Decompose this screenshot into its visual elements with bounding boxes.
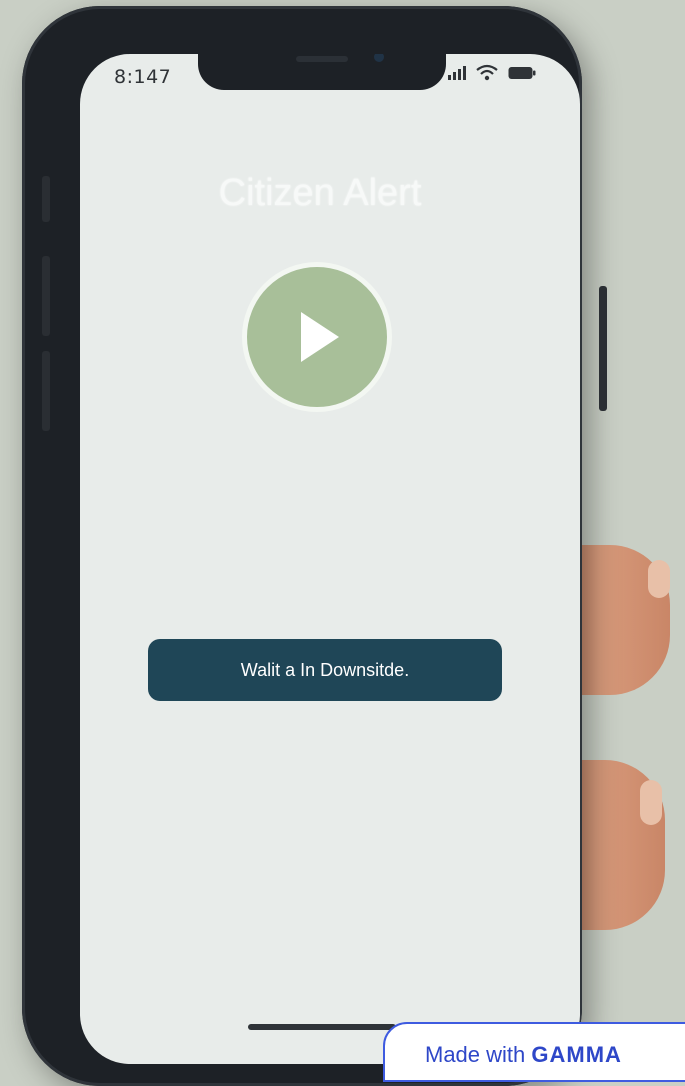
volume-down-button: [42, 351, 50, 431]
made-with-gamma-badge[interactable]: Made with GAMMA: [383, 1022, 685, 1082]
status-icons: [448, 64, 536, 82]
badge-brand: GAMMA: [531, 1042, 622, 1067]
front-camera: [374, 54, 384, 62]
fingernail: [648, 560, 670, 598]
phone-screen: 8:147 Citizen Alert Walit a In Downsitde…: [80, 54, 580, 1064]
play-icon: [301, 312, 339, 362]
fingernail: [640, 780, 662, 825]
alert-message-bar[interactable]: Walit a In Downsitde.: [148, 639, 502, 701]
notch: [198, 54, 446, 90]
battery-icon: [508, 67, 536, 79]
wifi-icon: [476, 64, 498, 81]
app-title: Citizen Alert: [218, 172, 422, 214]
mute-switch: [42, 176, 50, 222]
phone-frame: 8:147 Citizen Alert Walit a In Downsitde…: [22, 6, 607, 1086]
signal-icon: [448, 66, 466, 80]
home-indicator[interactable]: [248, 1024, 396, 1030]
alert-message-text: Walit a In Downsitde.: [240, 659, 410, 680]
play-button[interactable]: [242, 262, 392, 412]
speaker-grille: [296, 56, 348, 62]
volume-up-button: [42, 256, 50, 336]
power-button: [599, 286, 607, 411]
status-time: 8:147: [114, 66, 172, 88]
badge-text: Made with: [425, 1042, 526, 1067]
